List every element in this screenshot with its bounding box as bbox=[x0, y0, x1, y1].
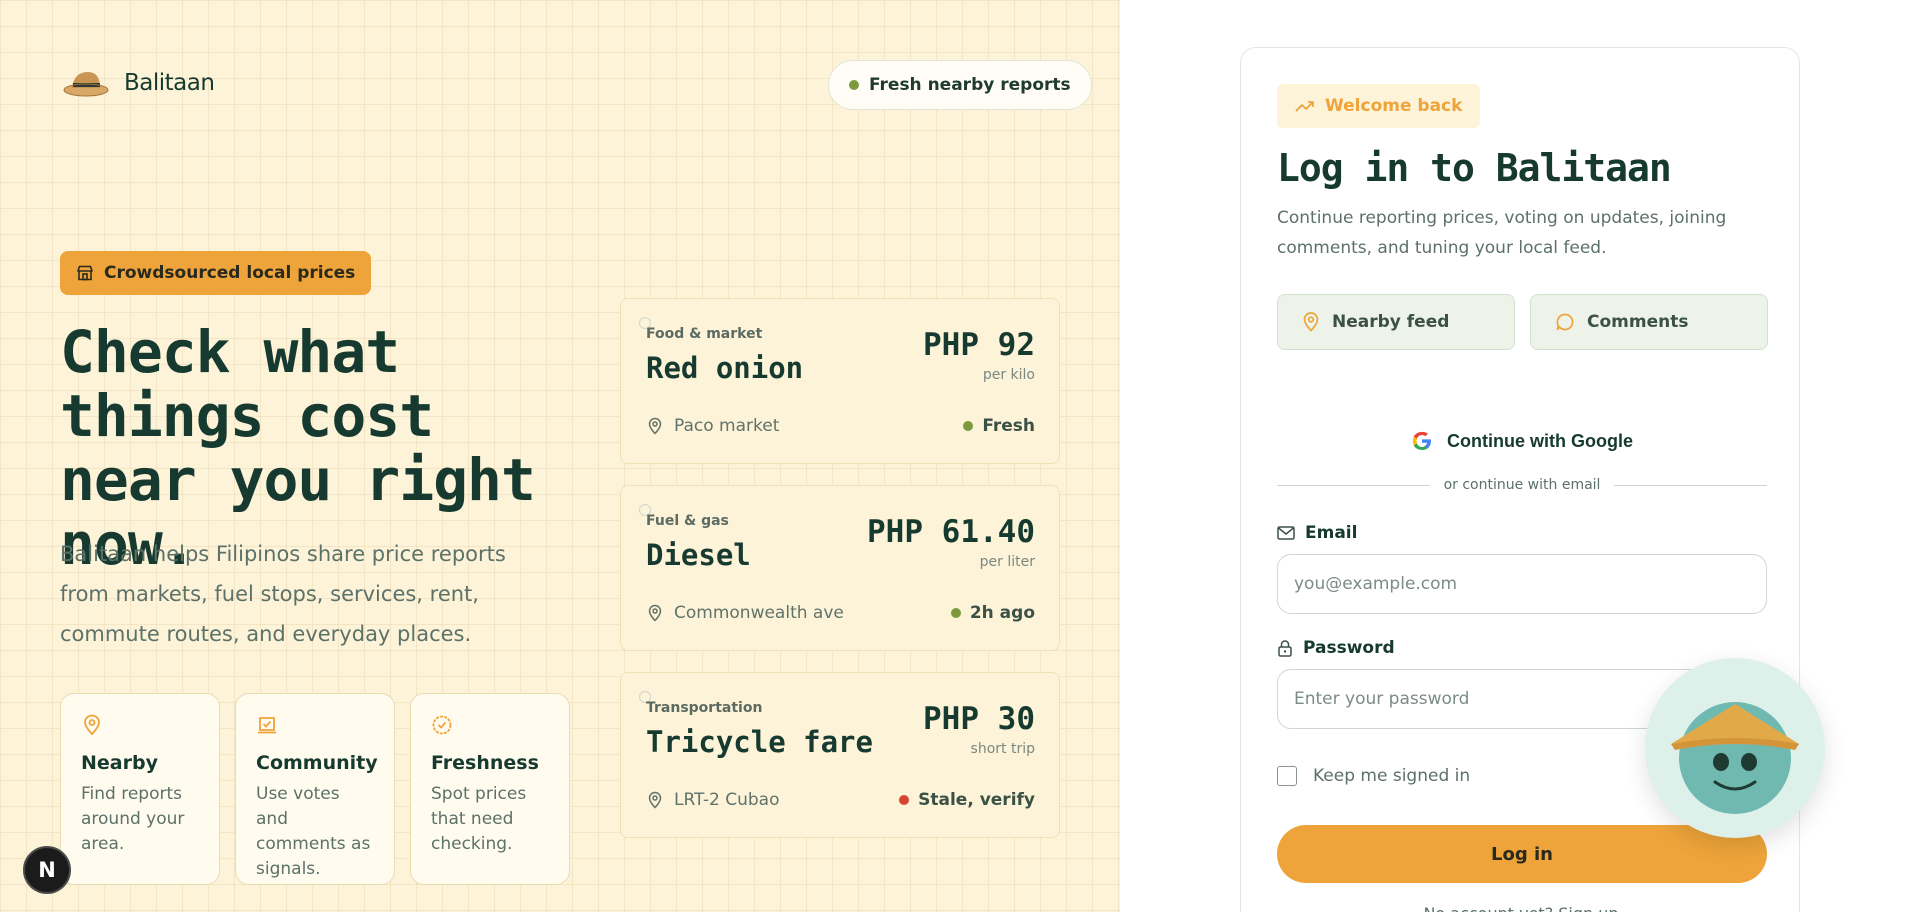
feature-title: Nearby bbox=[81, 752, 158, 774]
comment-icon bbox=[1556, 313, 1574, 331]
chip-label: Nearby feed bbox=[1332, 312, 1450, 332]
welcome-label: Welcome back bbox=[1325, 96, 1463, 116]
feature-card-community: Community Use votes and comments as sign… bbox=[235, 693, 395, 885]
location-pin-icon bbox=[648, 417, 662, 435]
pin-icon bbox=[1303, 312, 1319, 332]
google-login-label: Continue with Google bbox=[1447, 430, 1633, 451]
divider-line bbox=[1277, 484, 1430, 486]
price-category: Transportation bbox=[646, 700, 763, 716]
price-card[interactable]: Fuel & gas Diesel PHP 61.40 per liter Co… bbox=[620, 485, 1060, 651]
price-location: Commonwealth ave bbox=[646, 603, 844, 623]
price-status: Stale, verify bbox=[899, 790, 1035, 810]
signup-prompt[interactable]: No account yet? Sign up bbox=[1241, 904, 1801, 912]
price-category: Fuel & gas bbox=[646, 513, 729, 529]
feature-title: Freshness bbox=[431, 752, 539, 774]
divider-text: or continue with email bbox=[1443, 477, 1601, 493]
remember-label: Keep me signed in bbox=[1313, 766, 1471, 786]
price-status: Fresh bbox=[963, 416, 1035, 436]
hero-tag: Crowdsourced local prices bbox=[60, 251, 372, 295]
chip-label: Comments bbox=[1587, 312, 1689, 332]
price-category: Food & market bbox=[646, 326, 763, 342]
price-value: PHP 30 bbox=[923, 701, 1035, 737]
brand-name: Balitaan bbox=[124, 70, 215, 96]
mascot-icon bbox=[1671, 702, 1799, 814]
divider: or continue with email bbox=[1277, 475, 1768, 495]
price-card[interactable]: Food & market Red onion PHP 92 per kilo … bbox=[620, 298, 1060, 464]
email-field[interactable] bbox=[1277, 554, 1767, 614]
fresh-reports-pill: Fresh nearby reports bbox=[828, 60, 1092, 110]
mascot-assistant[interactable] bbox=[1645, 658, 1825, 838]
price-status-label: 2h ago bbox=[969, 603, 1035, 623]
status-dot bbox=[963, 421, 974, 431]
google-icon bbox=[1412, 431, 1431, 450]
dev-tools-badge[interactable]: N bbox=[23, 846, 71, 894]
mail-icon bbox=[1277, 526, 1295, 540]
hero-tag-label: Crowdsourced local prices bbox=[104, 263, 356, 283]
email-label-text: Email bbox=[1305, 523, 1358, 543]
google-login-button[interactable]: Continue with Google bbox=[1277, 416, 1767, 466]
login-subtitle: Continue reporting prices, voting on upd… bbox=[1277, 208, 1727, 258]
location-pin-icon bbox=[648, 604, 662, 622]
price-item-name: Diesel bbox=[646, 538, 751, 572]
feature-title: Community bbox=[256, 752, 378, 774]
lock-icon bbox=[1278, 640, 1292, 657]
hero-panel: Balitaan Fresh nearby reports Crowdsourc… bbox=[0, 0, 1120, 912]
price-unit: per kilo bbox=[982, 367, 1035, 383]
chip-nearby-feed: Nearby feed bbox=[1277, 294, 1515, 350]
price-item-name: Tricycle fare bbox=[646, 725, 873, 759]
brand[interactable]: Balitaan bbox=[62, 66, 215, 100]
divider-line bbox=[1614, 484, 1768, 486]
remember-checkbox[interactable] bbox=[1277, 766, 1297, 786]
price-value: PHP 61.40 bbox=[867, 514, 1035, 550]
feature-text: Spot prices that need checking. bbox=[431, 784, 527, 854]
price-value: PHP 92 bbox=[923, 327, 1035, 363]
location-pin-icon bbox=[648, 791, 662, 809]
email-label: Email bbox=[1277, 523, 1357, 543]
price-item-name: Red onion bbox=[646, 351, 804, 385]
vote-icon bbox=[258, 717, 276, 734]
chip-comments: Comments bbox=[1530, 294, 1768, 350]
hat-logo-icon bbox=[63, 72, 109, 97]
feature-text: Use votes and comments as signals. bbox=[256, 784, 371, 879]
price-unit: short trip bbox=[970, 741, 1035, 757]
fresh-reports-label: Fresh nearby reports bbox=[869, 75, 1071, 95]
price-location: Paco market bbox=[646, 416, 779, 436]
feature-text: Find reports around your area. bbox=[81, 784, 185, 854]
trending-up-icon bbox=[1295, 101, 1314, 112]
price-location-label: Commonwealth ave bbox=[674, 603, 844, 623]
price-status-label: Stale, verify bbox=[918, 790, 1035, 810]
hero-description: Balitaan helps Filipinos share price rep… bbox=[60, 542, 506, 646]
price-status: 2h ago bbox=[950, 603, 1035, 623]
feature-card-nearby: Nearby Find reports around your area. bbox=[60, 693, 220, 885]
price-location: LRT-2 Cubao bbox=[646, 790, 779, 810]
welcome-badge: Welcome back bbox=[1277, 84, 1481, 128]
badge-check-icon bbox=[432, 715, 452, 735]
password-label-text: Password bbox=[1303, 638, 1395, 658]
feature-list: Nearby Find reports around your area. Co… bbox=[60, 693, 570, 885]
login-title: Log in to Balitaan bbox=[1277, 146, 1672, 190]
password-label: Password bbox=[1277, 638, 1395, 658]
feature-card-freshness: Freshness Spot prices that need checking… bbox=[410, 693, 570, 885]
store-icon bbox=[77, 265, 93, 281]
remember-me[interactable]: Keep me signed in bbox=[1277, 766, 1470, 786]
price-status-label: Fresh bbox=[982, 416, 1035, 436]
status-dot bbox=[899, 795, 910, 805]
pin-icon bbox=[84, 714, 100, 736]
price-unit: per liter bbox=[979, 554, 1035, 570]
status-dot bbox=[849, 80, 859, 90]
feature-chips: Nearby feed Comments bbox=[1277, 294, 1768, 350]
price-location-label: LRT-2 Cubao bbox=[674, 790, 780, 810]
price-card[interactable]: Transportation Tricycle fare PHP 30 shor… bbox=[620, 672, 1060, 838]
price-location-label: Paco market bbox=[674, 416, 780, 436]
status-dot bbox=[950, 608, 961, 618]
